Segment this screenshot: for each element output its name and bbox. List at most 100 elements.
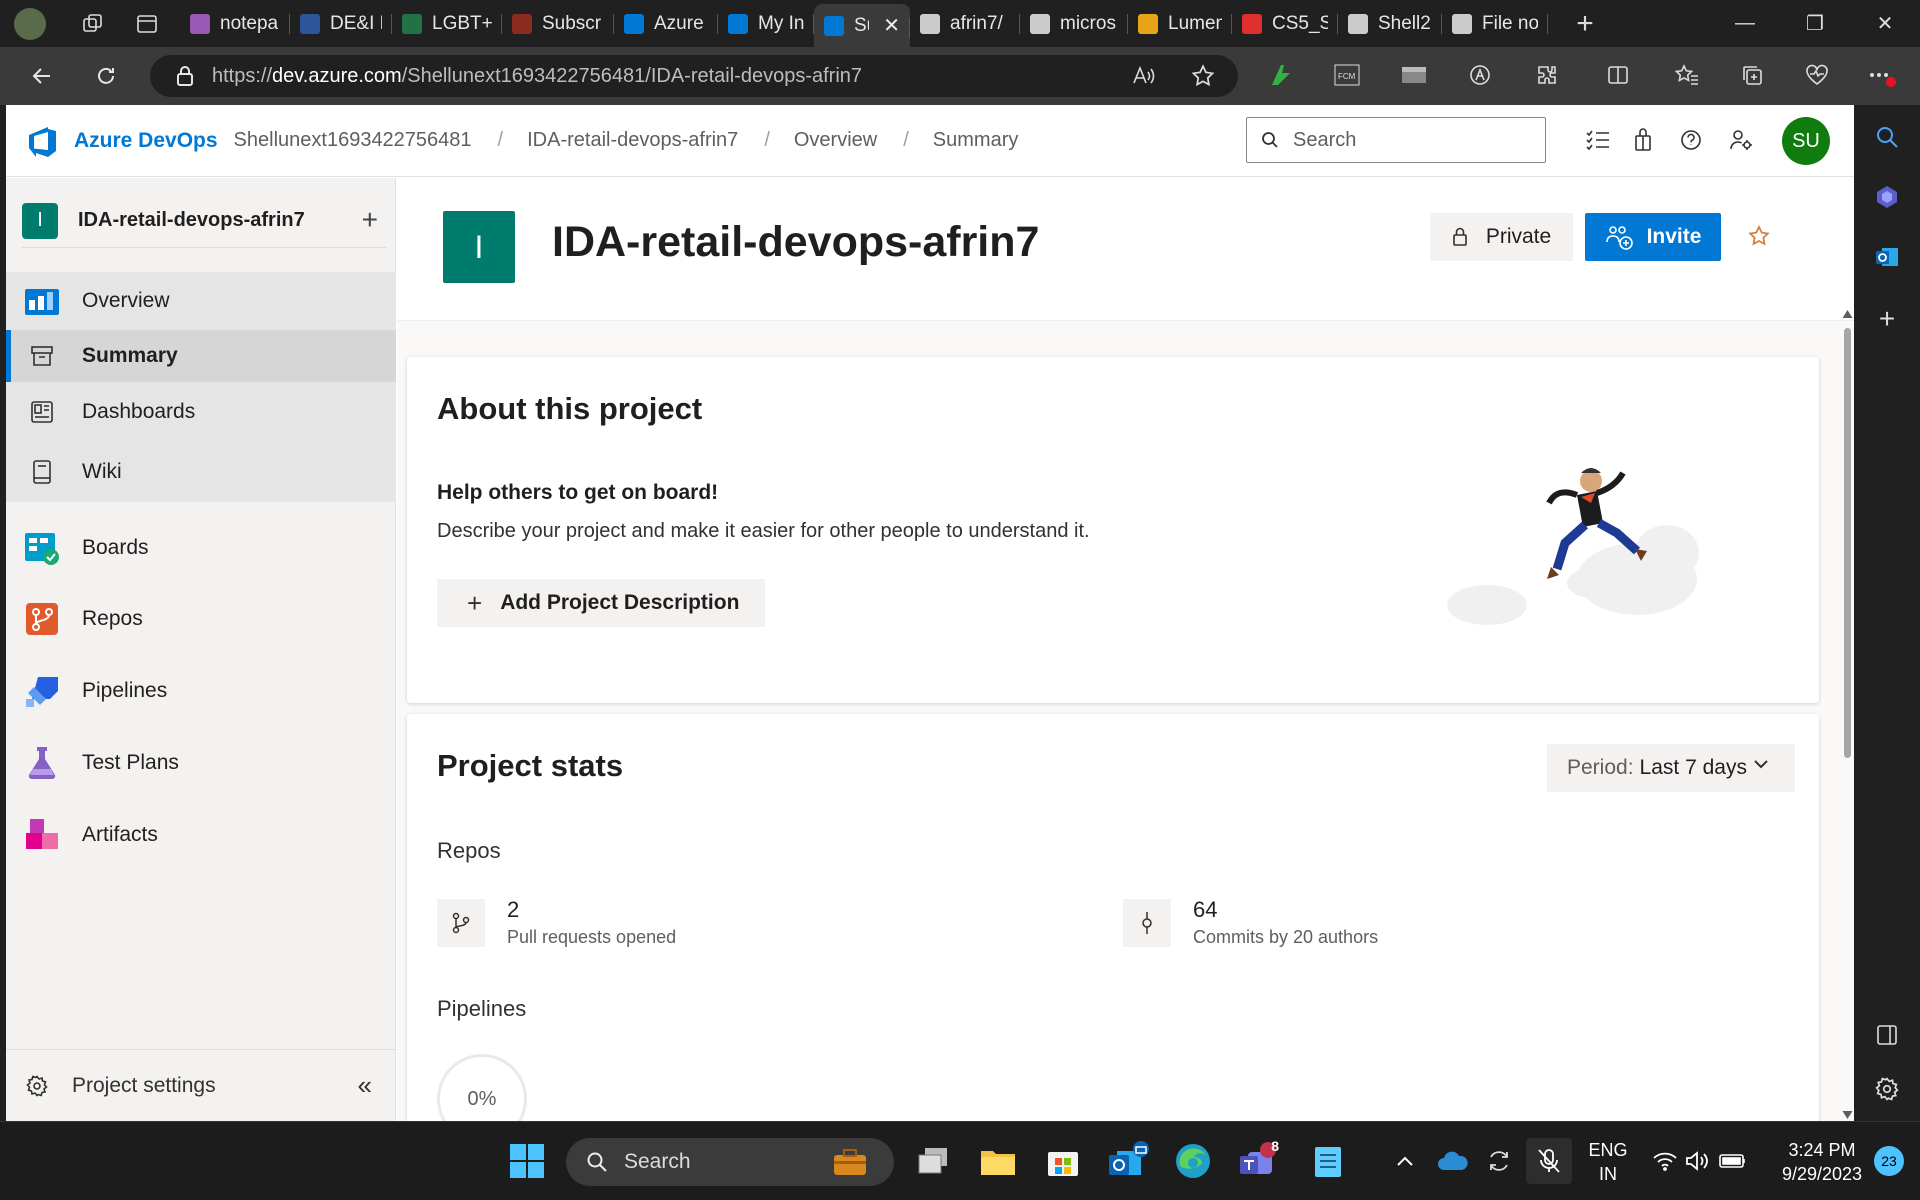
clock[interactable]: 3:24 PM 9/29/2023 [1766, 1138, 1878, 1186]
about-title: About this project [437, 391, 703, 426]
search-input[interactable]: Search [1246, 117, 1546, 163]
add-project-description-button[interactable]: + Add Project Description [437, 579, 765, 627]
azure-devops-logo-icon[interactable] [26, 124, 60, 158]
browser-tab[interactable]: CS5_SI [1232, 0, 1338, 47]
refresh-icon[interactable] [84, 54, 128, 98]
restore-icon[interactable]: ❐ [1780, 0, 1850, 47]
search-icon[interactable] [1871, 121, 1903, 153]
pipelines-success-ring: 0% [437, 1054, 527, 1121]
favorite-star-icon[interactable] [1747, 224, 1771, 248]
file-explorer-icon[interactable] [975, 1138, 1021, 1184]
browser-tab[interactable]: micros [1020, 0, 1128, 47]
browser-tab[interactable]: My Inf [718, 0, 814, 47]
favorites-icon[interactable] [1670, 58, 1704, 92]
browser-tab[interactable]: Azure [614, 0, 718, 47]
sidebar-item-repos[interactable]: Repos [6, 585, 396, 653]
sidebar-item-label: Repos [82, 607, 143, 630]
outlook-taskbar-icon[interactable] [1105, 1138, 1151, 1184]
brand-name[interactable]: Azure DevOps [74, 129, 218, 153]
sidebar-item-wiki[interactable]: Wiki [6, 442, 396, 502]
sidebar-item-boards[interactable]: Boards [6, 514, 396, 582]
vertical-tabs-icon[interactable] [134, 11, 160, 37]
minimize-icon[interactable]: — [1710, 0, 1780, 47]
sidebar-item-test-plans[interactable]: Test Plans [6, 729, 396, 797]
project-switcher[interactable]: I IDA-retail-devops-afrin7 + [22, 194, 386, 248]
notepad-icon[interactable] [1305, 1138, 1351, 1184]
project-settings-link[interactable]: Project settings « [6, 1049, 396, 1121]
edge-browser-icon[interactable] [1170, 1138, 1216, 1184]
workspaces-icon[interactable] [80, 11, 106, 37]
breadcrumb-organization[interactable]: Shellunext1693422756481 [234, 129, 472, 152]
work-items-icon[interactable] [1583, 125, 1613, 155]
new-tab-icon[interactable]: + [1572, 7, 1598, 40]
split-screen-icon[interactable] [1601, 58, 1635, 92]
browser-tab[interactable]: Su ✕ [814, 4, 910, 47]
content-scrollbar[interactable] [1841, 308, 1854, 1121]
browser-tab[interactable]: DE&I F [290, 0, 392, 47]
lock-icon[interactable] [176, 65, 194, 87]
commits-stat[interactable]: 64 Commits by 20 authors [1123, 897, 1378, 948]
chevron-up-icon[interactable] [1382, 1138, 1428, 1184]
help-icon[interactable] [1676, 125, 1706, 155]
browser-tab[interactable]: afrin7/ [910, 0, 1020, 47]
breadcrumb-summary[interactable]: Summary [933, 129, 1019, 152]
sidebar-item-pipelines[interactable]: Pipelines [6, 657, 396, 725]
tab-title: Shell2( [1378, 12, 1432, 34]
invite-button[interactable]: Invite [1585, 213, 1721, 261]
settings-more-icon[interactable] [1865, 58, 1899, 92]
add-icon[interactable]: + [362, 204, 378, 236]
browser-tab[interactable]: notepa [180, 0, 290, 47]
sidebar-item-artifacts[interactable]: Artifacts [6, 801, 396, 869]
extensions-puzzle-icon[interactable] [1530, 58, 1564, 92]
task-view-icon[interactable] [910, 1138, 956, 1184]
add-icon[interactable]: + [1871, 303, 1903, 335]
breadcrumb-overview[interactable]: Overview [794, 129, 877, 152]
url-bar[interactable]: https://dev.azure.com/Shellunext16934227… [150, 55, 1238, 97]
browser-tab[interactable]: Lumen [1128, 0, 1232, 47]
project-large-icon: I [443, 211, 515, 283]
private-button[interactable]: Private [1430, 213, 1573, 261]
profile-avatar-icon[interactable] [14, 7, 46, 40]
browser-tab[interactable]: Shell2( [1338, 0, 1442, 47]
battery-icon[interactable] [1710, 1138, 1756, 1184]
browser-tab[interactable]: File no [1442, 0, 1548, 47]
collections-icon[interactable] [1735, 58, 1769, 92]
user-avatar[interactable]: SU [1782, 117, 1830, 165]
microsoft-store-icon[interactable] [1040, 1138, 1086, 1184]
close-tab-icon[interactable]: ✕ [883, 13, 900, 38]
microphone-muted-icon[interactable] [1526, 1138, 1572, 1184]
teams-icon[interactable]: 8 [1235, 1138, 1281, 1184]
extension-card-icon[interactable] [1397, 58, 1431, 92]
browser-tab[interactable]: LGBT+ [392, 0, 502, 47]
period-dropdown[interactable]: Period: Last 7 days [1547, 744, 1795, 792]
language-indicator[interactable]: ENG IN [1584, 1138, 1632, 1186]
close-window-icon[interactable]: ✕ [1850, 0, 1920, 47]
sidebar-toggle-icon[interactable] [1871, 1019, 1903, 1051]
marketplace-bag-icon[interactable] [1628, 125, 1658, 155]
browser-tab[interactable]: Subscr [502, 0, 614, 47]
outlook-icon[interactable] [1871, 241, 1903, 273]
sidebar-item-summary[interactable]: Summary [6, 330, 396, 382]
sidebar-item-overview[interactable]: Overview [6, 272, 396, 330]
windows-start-icon[interactable] [504, 1138, 550, 1184]
extension-circle-a-icon[interactable] [1463, 58, 1497, 92]
gear-icon[interactable] [1871, 1073, 1903, 1105]
pull-requests-stat[interactable]: 2 Pull requests opened [437, 897, 676, 948]
back-icon[interactable] [20, 54, 64, 98]
sync-icon[interactable] [1476, 1138, 1522, 1184]
onedrive-icon[interactable] [1430, 1138, 1476, 1184]
extension-a-icon[interactable] [1265, 58, 1299, 92]
breadcrumb-project[interactable]: IDA-retail-devops-afrin7 [527, 129, 738, 152]
collapse-sidebar-icon[interactable]: « [358, 1070, 372, 1101]
copilot-icon[interactable] [1871, 181, 1903, 213]
pull-requests-value: 2 [507, 897, 520, 922]
read-aloud-icon[interactable] [1130, 63, 1156, 89]
extension-fcm-icon[interactable]: FCM [1330, 58, 1364, 92]
pull-request-icon [437, 898, 485, 947]
browser-essentials-icon[interactable] [1800, 58, 1834, 92]
favorite-star-icon[interactable] [1190, 63, 1216, 89]
taskbar-search[interactable]: Search [566, 1138, 894, 1186]
sidebar-item-dashboards[interactable]: Dashboards [6, 382, 396, 442]
notification-badge[interactable]: 23 [1874, 1146, 1904, 1176]
user-settings-icon[interactable] [1726, 125, 1756, 155]
